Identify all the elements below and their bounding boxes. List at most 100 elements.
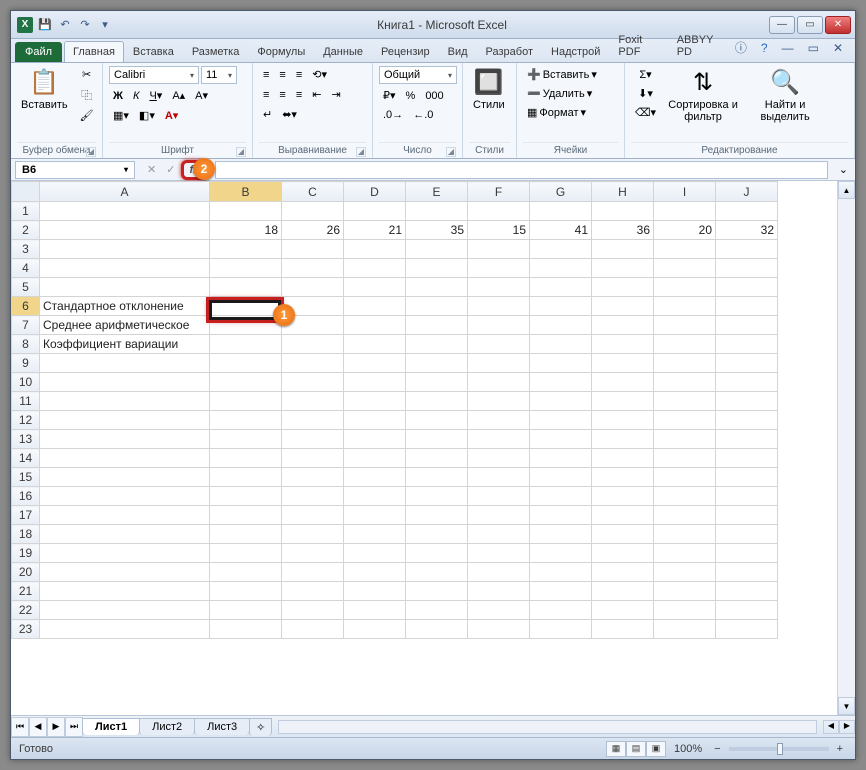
cell-C10[interactable] <box>282 373 344 392</box>
dec-decimal-icon[interactable]: ←.0 <box>409 107 437 123</box>
cell-H6[interactable] <box>592 297 654 316</box>
cell-G13[interactable] <box>530 430 592 449</box>
cell-E7[interactable] <box>406 316 468 335</box>
cell-I6[interactable] <box>654 297 716 316</box>
cell-E8[interactable] <box>406 335 468 354</box>
cell-I5[interactable] <box>654 278 716 297</box>
cell-B23[interactable] <box>210 620 282 639</box>
col-header-A[interactable]: A <box>40 182 210 202</box>
row-header-9[interactable]: 9 <box>12 354 40 373</box>
cell-J20[interactable] <box>716 563 778 582</box>
cell-I3[interactable] <box>654 240 716 259</box>
align-left-icon[interactable]: ≡ <box>259 86 273 103</box>
sheet-tab-3[interactable]: Лист3 <box>194 718 250 735</box>
cell-C21[interactable] <box>282 582 344 601</box>
cell-J8[interactable] <box>716 335 778 354</box>
tab-formulas[interactable]: Формулы <box>248 41 314 62</box>
col-header-H[interactable]: H <box>592 182 654 202</box>
cell-D20[interactable] <box>344 563 406 582</box>
cell-E16[interactable] <box>406 487 468 506</box>
cell-C8[interactable] <box>282 335 344 354</box>
underline-button[interactable]: Ч▾ <box>145 87 166 104</box>
scroll-right-icon[interactable]: ▶ <box>839 720 855 734</box>
zoom-level[interactable]: 100% <box>674 743 702 755</box>
cell-B7[interactable] <box>210 316 282 335</box>
tab-home[interactable]: Главная <box>64 41 124 62</box>
tab-developer[interactable]: Разработ <box>477 41 542 62</box>
cell-H12[interactable] <box>592 411 654 430</box>
cell-F18[interactable] <box>468 525 530 544</box>
cell-D18[interactable] <box>344 525 406 544</box>
sheet-tab-2[interactable]: Лист2 <box>139 718 195 735</box>
cell-B17[interactable] <box>210 506 282 525</box>
cell-J19[interactable] <box>716 544 778 563</box>
cell-A7[interactable]: Среднее арифметическое <box>40 316 210 335</box>
cell-G21[interactable] <box>530 582 592 601</box>
row-header-23[interactable]: 23 <box>12 620 40 639</box>
cell-A13[interactable] <box>40 430 210 449</box>
cell-J5[interactable] <box>716 278 778 297</box>
cell-G5[interactable] <box>530 278 592 297</box>
row-header-10[interactable]: 10 <box>12 373 40 392</box>
cell-I21[interactable] <box>654 582 716 601</box>
cell-B11[interactable] <box>210 392 282 411</box>
align-right-icon[interactable]: ≡ <box>292 86 306 103</box>
cell-B15[interactable] <box>210 468 282 487</box>
align-dialog-icon[interactable]: ◢ <box>356 147 366 157</box>
cell-H3[interactable] <box>592 240 654 259</box>
cell-E1[interactable] <box>406 202 468 221</box>
cell-F8[interactable] <box>468 335 530 354</box>
cell-D7[interactable] <box>344 316 406 335</box>
undo-icon[interactable]: ↶ <box>57 17 73 33</box>
save-icon[interactable]: 💾 <box>37 17 53 33</box>
cell-E22[interactable] <box>406 601 468 620</box>
grow-font-icon[interactable]: A▴ <box>168 87 189 104</box>
cell-G16[interactable] <box>530 487 592 506</box>
cell-B19[interactable] <box>210 544 282 563</box>
cell-H22[interactable] <box>592 601 654 620</box>
grid[interactable]: ABCDEFGHIJ121826213515413620323456Станда… <box>11 181 837 715</box>
cell-C2[interactable]: 26 <box>282 221 344 240</box>
cell-I14[interactable] <box>654 449 716 468</box>
cell-J9[interactable] <box>716 354 778 373</box>
row-header-13[interactable]: 13 <box>12 430 40 449</box>
minimize-ribbon-icon[interactable]: ⓘ <box>731 37 751 58</box>
fill-color-icon[interactable]: ◧▾ <box>135 107 159 124</box>
cell-A17[interactable] <box>40 506 210 525</box>
cell-B4[interactable] <box>210 259 282 278</box>
select-all-corner[interactable] <box>12 182 40 202</box>
row-header-20[interactable]: 20 <box>12 563 40 582</box>
doc-min-icon[interactable]: — <box>778 37 798 58</box>
row-header-1[interactable]: 1 <box>12 202 40 221</box>
clear-icon[interactable]: ⌫▾ <box>631 104 660 121</box>
row-header-16[interactable]: 16 <box>12 487 40 506</box>
cell-G17[interactable] <box>530 506 592 525</box>
cell-D4[interactable] <box>344 259 406 278</box>
cell-I15[interactable] <box>654 468 716 487</box>
cell-J11[interactable] <box>716 392 778 411</box>
cell-C16[interactable] <box>282 487 344 506</box>
cell-G9[interactable] <box>530 354 592 373</box>
cell-I10[interactable] <box>654 373 716 392</box>
doc-close-icon[interactable]: ✕ <box>829 37 847 58</box>
row-header-14[interactable]: 14 <box>12 449 40 468</box>
cell-H15[interactable] <box>592 468 654 487</box>
cell-E11[interactable] <box>406 392 468 411</box>
cell-H7[interactable] <box>592 316 654 335</box>
cell-F15[interactable] <box>468 468 530 487</box>
cell-I2[interactable]: 20 <box>654 221 716 240</box>
cell-A20[interactable] <box>40 563 210 582</box>
tab-addins[interactable]: Надстрой <box>542 41 609 62</box>
cell-E18[interactable] <box>406 525 468 544</box>
cell-D23[interactable] <box>344 620 406 639</box>
format-cells-button[interactable]: ▦Формат▾ <box>523 104 590 121</box>
row-header-2[interactable]: 2 <box>12 221 40 240</box>
qat-more-icon[interactable]: ▾ <box>97 17 113 33</box>
row-header-18[interactable]: 18 <box>12 525 40 544</box>
cell-E2[interactable]: 35 <box>406 221 468 240</box>
cell-E14[interactable] <box>406 449 468 468</box>
font-size-combo[interactable]: 11▾ <box>201 66 237 84</box>
cell-J18[interactable] <box>716 525 778 544</box>
cell-J17[interactable] <box>716 506 778 525</box>
italic-button[interactable]: К <box>129 87 143 104</box>
